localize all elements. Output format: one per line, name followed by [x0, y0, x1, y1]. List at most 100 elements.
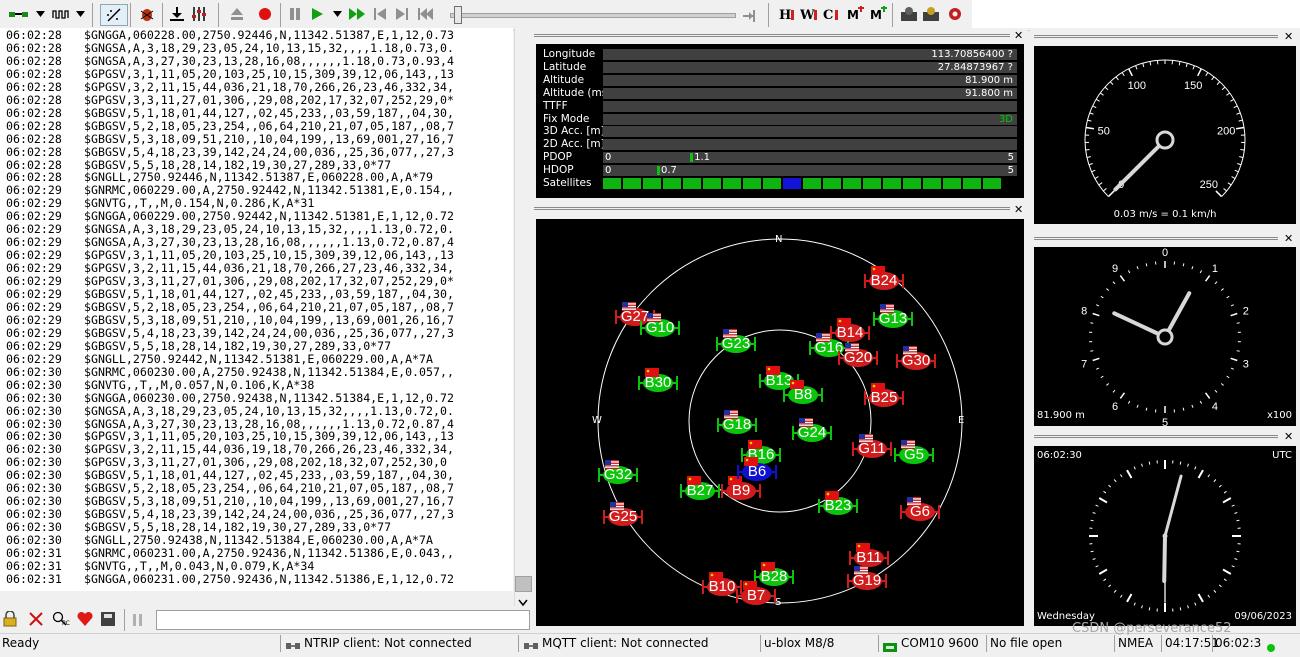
mqtt-status: MQTT client: Not connected [542, 636, 709, 650]
satellite-b8[interactable]: B8 [782, 385, 824, 405]
satellite-label: B7 [735, 587, 777, 605]
satellite-g19[interactable]: G19 [846, 571, 888, 591]
text-c-icon[interactable]: C [820, 4, 842, 24]
gear-red-icon[interactable] [944, 4, 966, 24]
satellite-g24[interactable]: G24 [791, 423, 833, 443]
config-icon[interactable] [898, 4, 920, 24]
data-value: 81.900 m [965, 75, 1013, 86]
clock-pane: ✕ 06:02:30 UTC Wednesday 09/06/2023 [1030, 428, 1300, 632]
data-view-pane: ✕ Longitude113.70856400 ?Latitude27.8487… [532, 28, 1028, 198]
log-message: $GNGLL,2750.92446,N,11342.51387,E,060228… [84, 170, 433, 184]
msg-add-icon[interactable]: M [845, 4, 867, 24]
satellite-b27[interactable]: B27 [679, 481, 721, 501]
clock-minute-hand [1165, 476, 1181, 536]
satellite-g5[interactable]: G5 [893, 445, 935, 465]
step-forward-icon[interactable] [392, 4, 412, 24]
satellite-label: G18 [716, 416, 758, 434]
log-message: $GBGSV,5,2,18,05,23,254,,06,64,210,21,07… [84, 481, 454, 495]
lock-icon[interactable] [2, 611, 18, 631]
eject-icon[interactable] [226, 4, 248, 24]
close-icon[interactable]: ✕ [1014, 29, 1023, 42]
satellite-g10[interactable]: G10 [639, 318, 681, 338]
baud-icon[interactable] [50, 4, 72, 24]
satellite-b9[interactable]: B9 [720, 481, 762, 501]
dropdown-icon[interactable] [34, 4, 46, 24]
satellite-g13[interactable]: G13 [872, 309, 914, 329]
step-back-icon[interactable] [370, 4, 390, 24]
satellite-g25[interactable]: G25 [602, 507, 644, 527]
satellite-b23[interactable]: B23 [817, 496, 859, 516]
autobaud-icon[interactable] [100, 4, 128, 26]
satellite-b6[interactable]: B6 [736, 462, 778, 482]
speed-hub [1157, 132, 1173, 148]
china-flag-icon [825, 485, 839, 494]
speed-gauge: 050100150200250 0.03 m/s = 0.1 km/h [1034, 46, 1296, 224]
satellite-b25[interactable]: B25 [863, 388, 905, 408]
satellite-b7[interactable]: B7 [735, 586, 777, 606]
altitude-tick-label: 9 [1112, 263, 1118, 275]
connection-icon[interactable] [6, 4, 32, 24]
log-horizontal-scrollbar[interactable] [0, 591, 513, 607]
speed-tick [1239, 120, 1243, 121]
end-icon[interactable] [742, 8, 756, 27]
satellite-label: B8 [782, 386, 824, 404]
satellite-b28[interactable]: B28 [753, 567, 795, 587]
altitude-tick-label: 6 [1112, 401, 1118, 413]
clock-tick [1109, 485, 1111, 487]
clock-tick [1214, 590, 1216, 592]
slider-thumb[interactable] [454, 6, 462, 24]
dropdown-icon[interactable] [330, 4, 344, 24]
clock-tick [1188, 605, 1189, 608]
msg-remove-icon[interactable]: M [868, 4, 890, 24]
satellite-g6[interactable]: G6 [899, 502, 941, 522]
satellite-g20[interactable]: G20 [837, 348, 879, 368]
svg-text:PC: PC [62, 620, 70, 627]
altitude-hub [1158, 330, 1172, 344]
rewind-icon[interactable] [414, 4, 436, 24]
pause-icon[interactable] [284, 4, 306, 24]
log-line[interactable]: 06:02:31$GNGGA,060231.00,2750.92436,N,11… [6, 573, 454, 586]
data-value-field [603, 126, 1017, 137]
debug-icon[interactable] [136, 4, 158, 24]
close-icon[interactable]: ✕ [1284, 30, 1293, 43]
clock-tick [1223, 570, 1231, 575]
satellite-b24[interactable]: B24 [863, 271, 905, 291]
close-icon[interactable]: ✕ [1014, 203, 1023, 216]
text-w-icon[interactable]: W [798, 4, 820, 24]
settings-icon[interactable] [188, 4, 210, 24]
log-message: $GNRMC,060230.00,A,2750.92438,N,11342.51… [84, 365, 454, 379]
sky-view[interactable]: N S E W G27G10G23B24G13B14G16G20G30B30B1… [536, 219, 1024, 626]
satellite-g32[interactable]: G32 [597, 465, 639, 485]
dropdown-icon[interactable] [74, 4, 86, 24]
clock-tick [1120, 475, 1122, 477]
satellite-g23[interactable]: G23 [715, 334, 757, 354]
fast-forward-icon[interactable] [346, 4, 368, 24]
pause-scroll-icon[interactable] [132, 612, 144, 631]
scroll-thumb[interactable] [515, 576, 532, 592]
receive-icon[interactable] [166, 4, 188, 24]
command-input[interactable] [156, 610, 530, 630]
close-icon[interactable]: ✕ [1284, 430, 1293, 443]
playback-slider[interactable] [446, 6, 756, 24]
filter-icon[interactable]: PC [52, 611, 70, 631]
speed-tick [1095, 177, 1099, 179]
clock-tick [1232, 505, 1235, 506]
close-icon[interactable]: ✕ [1284, 232, 1293, 245]
satellite-g11[interactable]: G11 [851, 439, 893, 459]
gear-icon[interactable] [920, 4, 942, 24]
sky-view-pane: ✕ N S E W G27G10G23B24G13B14G16G20G30B30… [532, 200, 1028, 630]
play-icon[interactable] [306, 4, 328, 24]
satellite-g30[interactable]: G30 [895, 351, 937, 371]
log-scrollbar[interactable] [514, 28, 532, 606]
satellite-g18[interactable]: G18 [716, 415, 758, 435]
log-timestamp: 06:02:30 [6, 405, 84, 418]
satellite-b30[interactable]: B30 [637, 373, 679, 393]
text-h-icon[interactable]: H [776, 4, 798, 24]
altitude-tick [1101, 376, 1104, 378]
message-log[interactable]: 06:02:28$GNGGA,060228.00,2750.92446,N,11… [0, 28, 513, 591]
record-icon[interactable] [254, 4, 276, 24]
clear-icon[interactable] [28, 611, 44, 631]
save-log-icon[interactable] [100, 611, 118, 631]
favorite-icon[interactable] [76, 611, 94, 631]
log-timestamp: 06:02:28 [6, 133, 84, 146]
